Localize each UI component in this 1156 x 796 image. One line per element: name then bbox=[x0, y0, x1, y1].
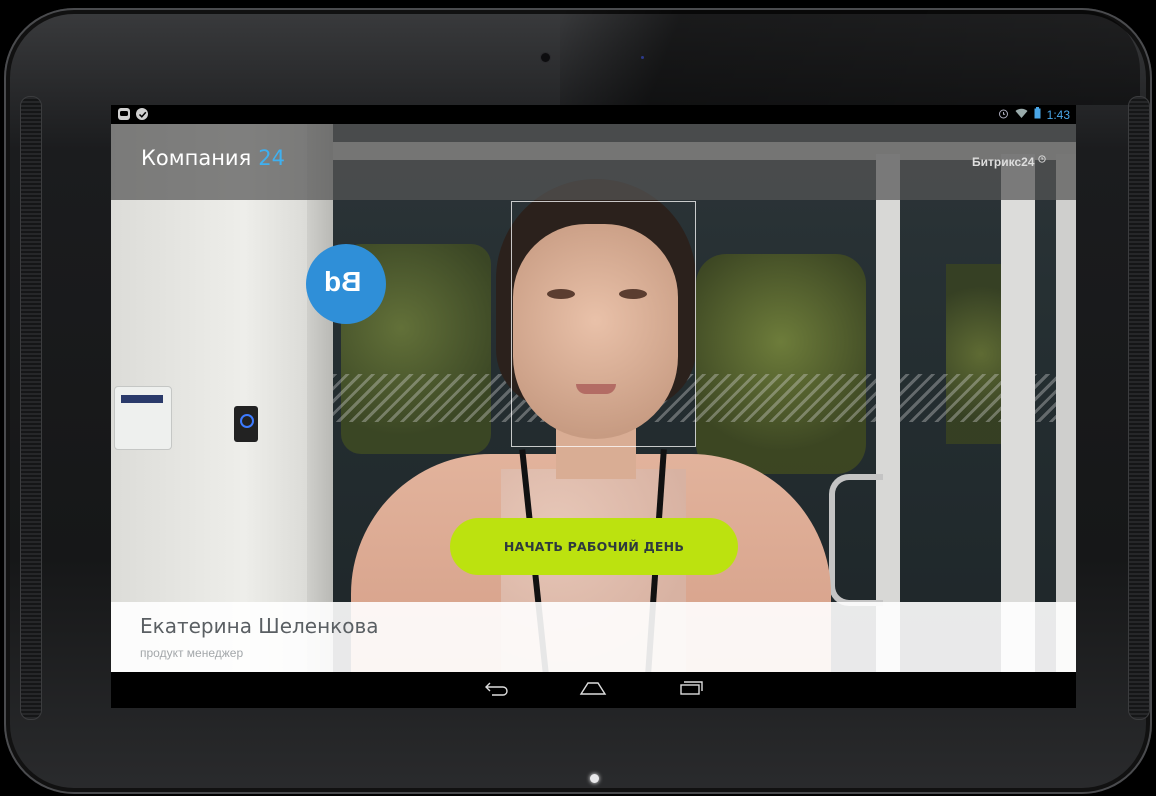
wall-pillar bbox=[307, 124, 333, 672]
start-workday-button[interactable]: НАЧАТЬ РАБОЧИЙ ДЕНЬ bbox=[450, 518, 738, 575]
bezel-reflection bbox=[560, 10, 1140, 105]
alarm-panel bbox=[114, 386, 172, 450]
check-icon bbox=[136, 108, 148, 120]
app-header: Компания 24 Битрикс24 bbox=[111, 124, 1076, 200]
employee-info-bar: Екатерина Шеленкова продукт менеджер bbox=[111, 602, 1076, 672]
alarm-icon bbox=[998, 108, 1009, 122]
recent-apps-button[interactable] bbox=[674, 678, 708, 702]
camera-preview: Bd Компания 24 Битрикс24 НАЧАТЬ РАБОЧИЙ … bbox=[111, 124, 1076, 672]
status-bar-right: 1:43 bbox=[998, 107, 1070, 122]
employee-name: Екатерина Шеленкова bbox=[140, 614, 379, 638]
right-speaker-grille bbox=[1128, 96, 1150, 720]
home-icon bbox=[579, 680, 607, 701]
status-time: 1:43 bbox=[1046, 107, 1070, 122]
company-number: 24 bbox=[258, 146, 285, 170]
front-camera bbox=[541, 53, 550, 62]
door-handle bbox=[829, 474, 883, 606]
battery-icon bbox=[1034, 107, 1041, 122]
company-title: Компания 24 bbox=[141, 146, 285, 170]
brand-text: Битрикс24 bbox=[972, 155, 1035, 169]
company-name: Компания bbox=[141, 146, 252, 170]
face-detection-frame bbox=[511, 201, 696, 447]
home-button[interactable] bbox=[576, 678, 610, 702]
clock-icon bbox=[1035, 155, 1046, 165]
recent-apps-icon bbox=[678, 680, 704, 701]
light-sensor bbox=[641, 56, 644, 59]
notification-led bbox=[590, 774, 599, 783]
navigation-bar bbox=[111, 672, 1076, 708]
employee-role: продукт менеджер bbox=[140, 646, 244, 660]
door-frame bbox=[1001, 154, 1035, 672]
back-button[interactable] bbox=[480, 678, 514, 702]
door-frame bbox=[1056, 154, 1076, 672]
left-speaker-grille bbox=[20, 96, 42, 720]
chat-icon bbox=[118, 108, 130, 120]
brand-logo: Битрикс24 bbox=[972, 155, 1046, 169]
status-bar: 1:43 bbox=[111, 105, 1076, 124]
card-reader bbox=[234, 406, 258, 442]
tablet-screen: 1:43 Bd Компания 24 Битрикс24 НАЧАТЬ РАБ… bbox=[111, 105, 1076, 708]
wifi-icon bbox=[1015, 108, 1028, 122]
status-bar-left bbox=[118, 108, 148, 120]
back-icon bbox=[484, 680, 510, 701]
